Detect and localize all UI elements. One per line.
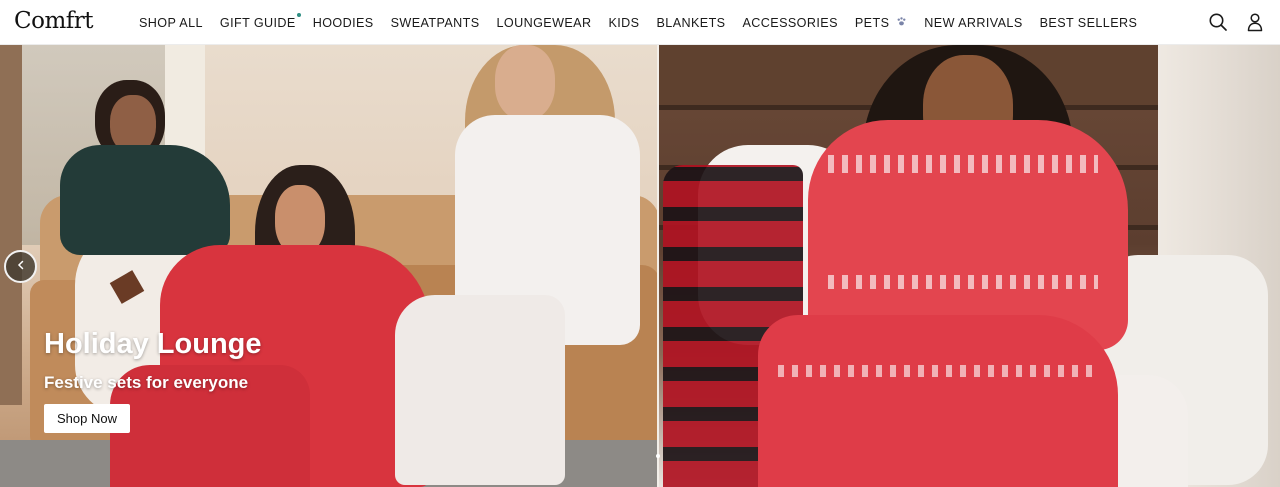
nav-kids[interactable]: KIDS xyxy=(608,16,639,30)
nav-hoodies[interactable]: HOODIES xyxy=(313,16,374,30)
nav-shop-all[interactable]: SHOP ALL xyxy=(139,16,203,30)
search-icon[interactable] xyxy=(1207,11,1229,33)
nav-pets-label: PETS xyxy=(854,15,890,30)
user-icon[interactable] xyxy=(1244,11,1266,33)
carousel-dot[interactable] xyxy=(656,454,660,458)
nav-loungewear[interactable]: LOUNGEWEAR xyxy=(497,16,592,30)
panel-divider xyxy=(657,45,659,487)
hero-subtitle: Festive sets for everyone xyxy=(44,373,249,392)
nav-gift-guide-label: GIFT GUIDE xyxy=(219,15,296,30)
nav-gift-guide[interactable]: GIFT GUIDE xyxy=(219,12,301,30)
carousel-prev-button[interactable] xyxy=(4,250,37,283)
hero-title: Holiday Lounge xyxy=(44,328,262,360)
paw-icon xyxy=(896,16,907,30)
shop-now-button[interactable]: Shop Now xyxy=(44,404,130,433)
nav-accessories[interactable]: ACCESSORIES xyxy=(742,16,837,30)
hero-caption: Holiday Lounge Festive sets for everyone… xyxy=(44,328,262,433)
nav-pets[interactable]: PETS xyxy=(855,16,907,30)
hero-carousel: Holiday Lounge Festive sets for everyone… xyxy=(0,45,1280,487)
nav-sweatpants[interactable]: SWEATPANTS xyxy=(391,16,480,30)
hero-image-right xyxy=(658,45,1280,487)
new-indicator-dot xyxy=(296,12,301,17)
nav-new-arrivals[interactable]: NEW ARRIVALS xyxy=(924,16,1022,30)
nav-blankets[interactable]: BLANKETS xyxy=(656,16,725,30)
site-header: Comfrt SHOP ALL GIFT GUIDE HOODIES SWEAT… xyxy=(0,0,1280,45)
chevron-left-icon xyxy=(15,258,27,276)
brand-logo[interactable]: Comfrt xyxy=(14,8,94,34)
nav-best-sellers[interactable]: BEST SELLERS xyxy=(1040,16,1138,30)
main-nav: SHOP ALL GIFT GUIDE HOODIES SWEATPANTS L… xyxy=(139,0,1137,45)
